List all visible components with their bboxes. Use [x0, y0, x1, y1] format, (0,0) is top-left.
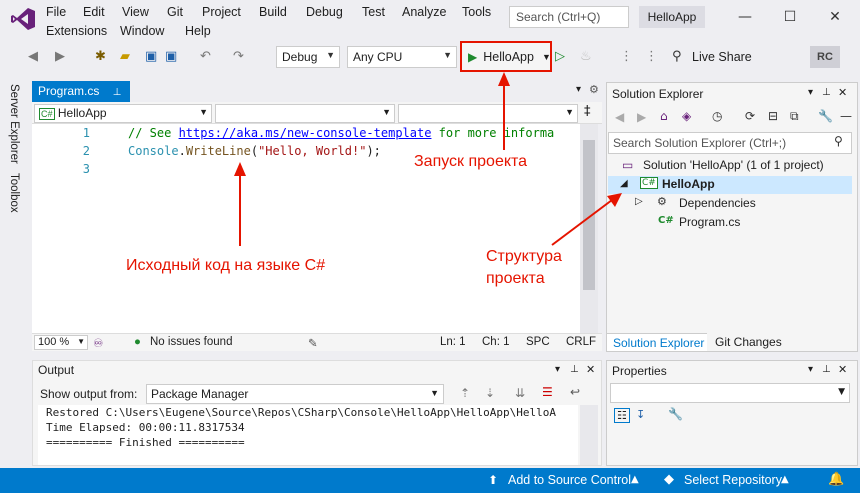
annotation-arrows: [234, 72, 622, 246]
arrow-to-project-tree: [551, 199, 613, 246]
annotation-structure: Структура: [486, 248, 562, 265]
annotation-structure: проекта: [486, 270, 545, 287]
annotation-run: Запуск проекта: [414, 153, 528, 170]
annotation-source-code: Исходный код на языке C#: [126, 257, 326, 274]
